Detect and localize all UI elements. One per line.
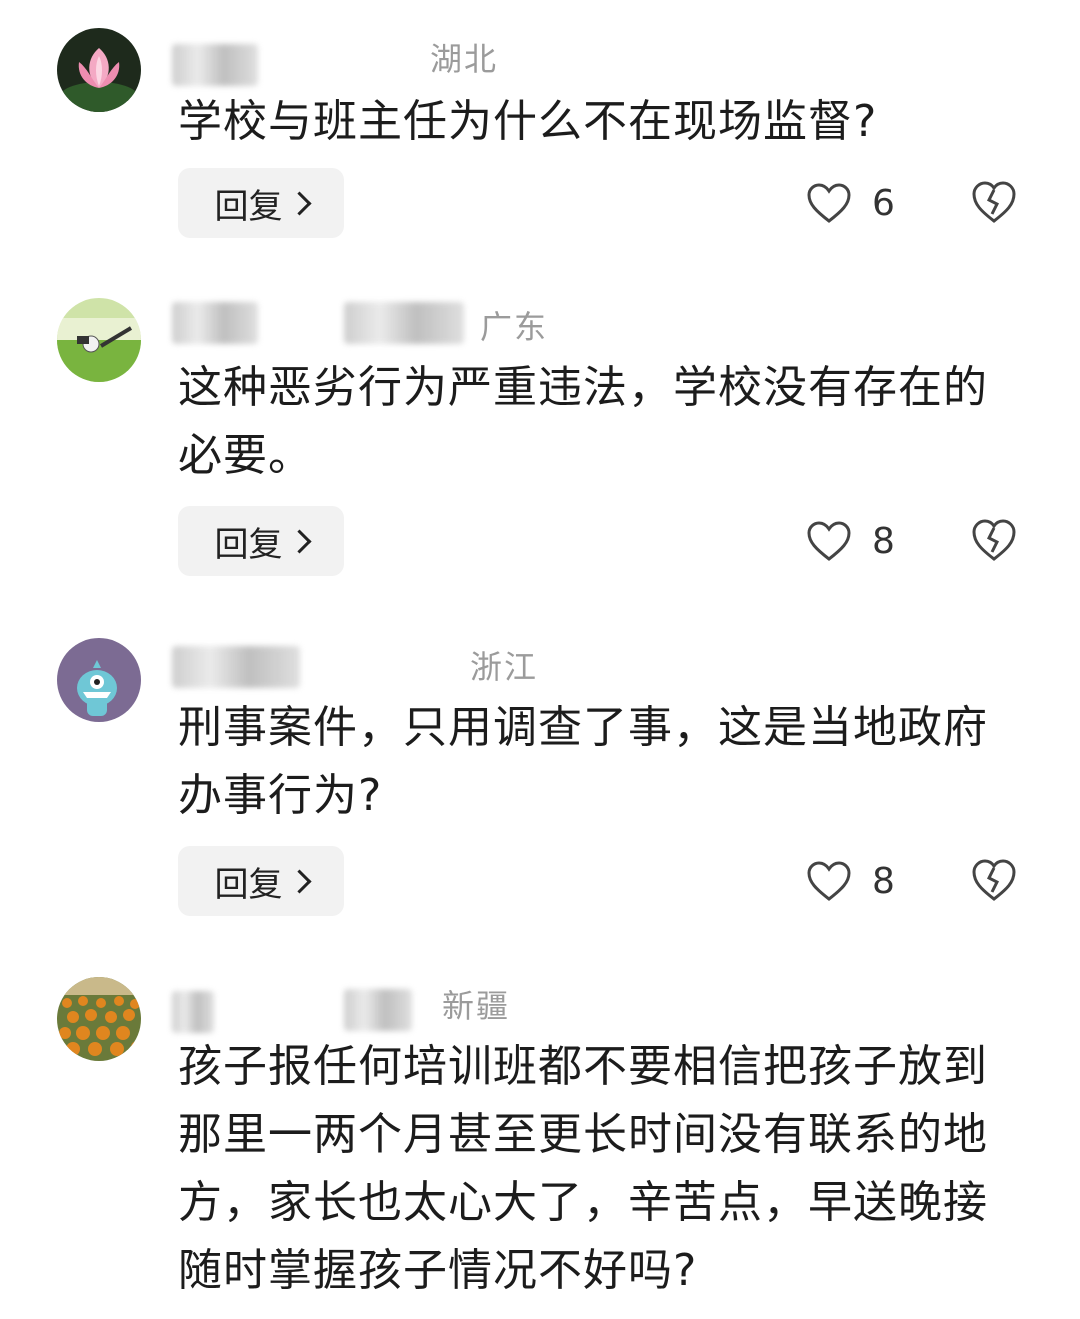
like-button[interactable]: 6: [806, 178, 906, 228]
broken-heart-icon[interactable]: [970, 178, 1018, 226]
like-button[interactable]: 8: [806, 856, 906, 906]
reply-button[interactable]: 回复: [178, 506, 344, 576]
region-label: 广东: [480, 308, 549, 346]
username-redacted[interactable]: [344, 989, 412, 1031]
broken-heart-icon[interactable]: [970, 856, 1018, 904]
heart-outline-icon: [807, 861, 851, 901]
like-button[interactable]: 8: [806, 516, 906, 566]
username-redacted[interactable]: [172, 646, 300, 688]
comment-item: 广东 这种恶劣行为严重违法，学校没有存在的必要。 回复 8: [0, 298, 1080, 598]
username-redacted[interactable]: [172, 44, 258, 86]
avatar[interactable]: [57, 638, 141, 722]
comment-text: 刑事案件，只用调查了事，这是当地政府办事行为?: [178, 702, 988, 821]
username-redacted[interactable]: [172, 302, 258, 344]
username-redacted[interactable]: [344, 302, 464, 344]
broken-heart-icon[interactable]: [970, 516, 1018, 564]
region-label: 湖北: [430, 40, 499, 78]
like-count: 8: [872, 520, 895, 562]
comment-item: 浙江 刑事案件，只用调查了事，这是当地政府办事行为? 回复 8: [0, 638, 1080, 938]
reply-label: 回复: [214, 186, 283, 227]
like-count: 6: [872, 182, 895, 224]
chevron-right-icon: [286, 190, 312, 216]
avatar[interactable]: [57, 28, 141, 112]
comment-item: 新疆 孩子报任何培训班都不要相信把孩子放到那里一两个月甚至更长时间没有联系的地方…: [0, 977, 1080, 1319]
comment-text: 学校与班主任为什么不在现场监督?: [178, 96, 878, 147]
region-label: 新疆: [442, 987, 511, 1025]
reply-button[interactable]: 回复: [178, 168, 344, 238]
username-redacted[interactable]: [172, 991, 214, 1033]
reply-button[interactable]: 回复: [178, 846, 344, 916]
heart-outline-icon: [807, 521, 851, 561]
comment-text: 这种恶劣行为严重违法，学校没有存在的必要。: [178, 362, 988, 481]
reply-label: 回复: [214, 864, 283, 905]
heart-outline-icon: [807, 183, 851, 223]
avatar[interactable]: [57, 298, 141, 382]
reply-label: 回复: [214, 524, 283, 565]
chevron-right-icon: [286, 528, 312, 554]
comment-text: 孩子报任何培训班都不要相信把孩子放到那里一两个月甚至更长时间没有联系的地方，家长…: [178, 1041, 988, 1296]
like-count: 8: [872, 860, 895, 902]
region-label: 浙江: [470, 648, 539, 686]
chevron-right-icon: [286, 868, 312, 894]
avatar[interactable]: [57, 977, 141, 1061]
comment-item: 湖北 学校与班主任为什么不在现场监督? 回复 6: [0, 28, 1080, 258]
